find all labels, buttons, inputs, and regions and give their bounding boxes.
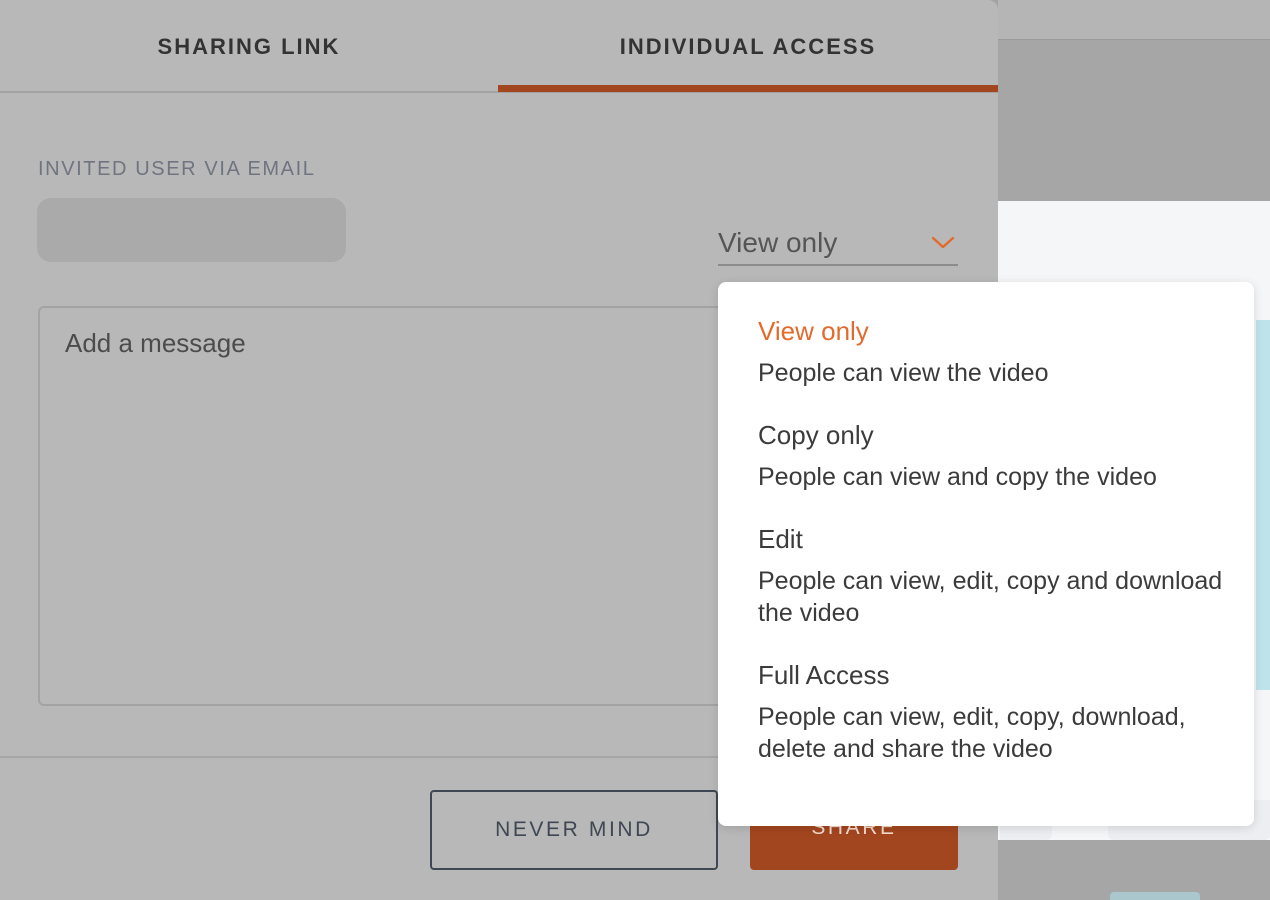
- option-description: People can view and copy the video: [758, 463, 1157, 491]
- option-full-access[interactable]: Full Access People can view, edit, copy,…: [758, 660, 1228, 765]
- option-title: Edit: [758, 524, 803, 554]
- option-view-only[interactable]: View only People can view the video: [758, 316, 1228, 389]
- permission-select-value: View only: [718, 227, 838, 258]
- option-edit[interactable]: Edit People can view, edit, copy and dow…: [758, 524, 1228, 629]
- email-field[interactable]: [37, 198, 346, 262]
- active-tab-indicator: [498, 85, 998, 92]
- option-description: People can view, edit, copy, download, d…: [758, 703, 1186, 763]
- message-placeholder: Add a message: [65, 328, 246, 358]
- message-textarea[interactable]: Add a message: [38, 306, 738, 706]
- background-video-thumbnail: [1256, 320, 1270, 690]
- never-mind-button[interactable]: NEVER MIND: [430, 790, 718, 870]
- background-chip: [1110, 892, 1200, 900]
- option-title: Copy only: [758, 420, 874, 450]
- option-title: Full Access: [758, 660, 890, 690]
- email-field-label: INVITED USER VIA EMAIL: [38, 158, 316, 180]
- permission-select[interactable]: View only: [718, 222, 958, 266]
- option-description: People can view the video: [758, 359, 1049, 387]
- option-copy-only[interactable]: Copy only People can view and copy the v…: [758, 420, 1228, 493]
- tab-individual-access[interactable]: INDIVIDUAL ACCESS: [498, 0, 998, 93]
- permission-dropdown-menu: View only People can view the video Copy…: [718, 282, 1254, 826]
- tab-sharing-link[interactable]: SHARING LINK: [0, 0, 498, 93]
- option-description: People can view, edit, copy and download…: [758, 567, 1223, 627]
- chevron-down-icon: [928, 228, 958, 258]
- option-title: View only: [758, 316, 869, 346]
- tab-bar: SHARING LINK INDIVIDUAL ACCESS: [0, 0, 998, 93]
- background-topbar: [998, 0, 1270, 40]
